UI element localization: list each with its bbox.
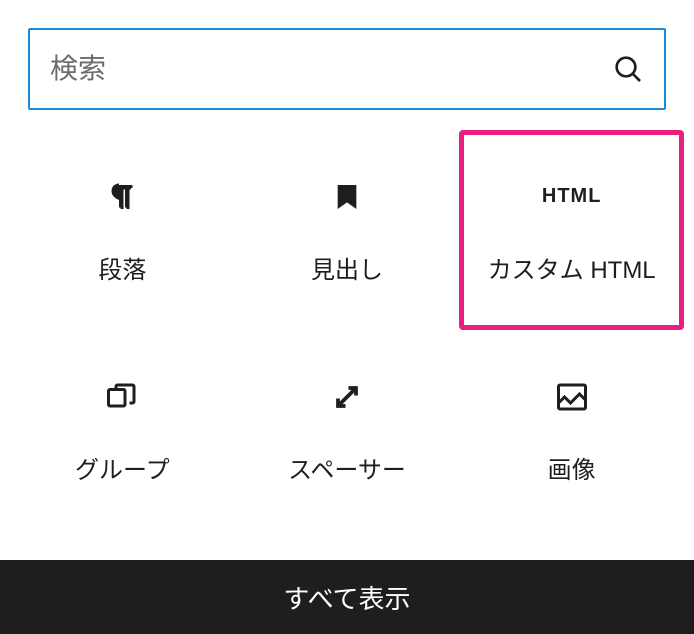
block-custom-html[interactable]: HTML カスタム HTML [459, 130, 684, 330]
search-box[interactable] [28, 28, 666, 110]
group-icon [101, 376, 143, 418]
search-container [0, 0, 694, 110]
block-group[interactable]: グループ [10, 330, 235, 530]
html-icon: HTML [551, 176, 593, 218]
paragraph-icon [101, 176, 143, 218]
block-label: 段落 [98, 250, 146, 285]
block-label: 見出し [311, 250, 383, 285]
block-paragraph[interactable]: 段落 [10, 130, 235, 330]
block-image[interactable]: 画像 [459, 330, 684, 530]
block-label: 画像 [548, 450, 596, 485]
search-icon [612, 53, 644, 85]
blocks-grid: 段落 見出し HTML カスタム HTML グループ [0, 110, 694, 560]
image-icon [551, 376, 593, 418]
spacer-icon [326, 376, 368, 418]
search-input[interactable] [50, 53, 612, 85]
show-all-button[interactable]: すべて表示 [0, 560, 694, 634]
bookmark-icon [326, 176, 368, 218]
block-label: グループ [75, 450, 170, 485]
block-label: スペーサー [288, 450, 406, 485]
block-heading[interactable]: 見出し [235, 130, 460, 330]
show-all-label: すべて表示 [283, 579, 410, 616]
block-label: カスタム HTML [488, 250, 656, 285]
block-spacer[interactable]: スペーサー [235, 330, 460, 530]
